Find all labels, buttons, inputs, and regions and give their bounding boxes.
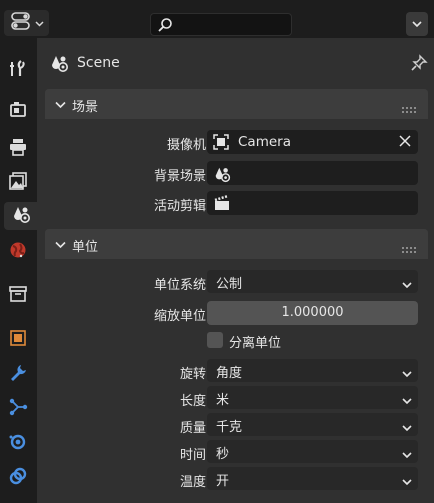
scene-panel-title: 场景 bbox=[72, 100, 99, 115]
chevron-down-icon bbox=[402, 278, 412, 293]
drag-handle-icon[interactable] bbox=[402, 102, 418, 117]
scene-panel-header[interactable]: 场景 bbox=[45, 89, 428, 119]
background-scene-field[interactable] bbox=[207, 161, 418, 185]
context-header: Scene bbox=[37, 38, 434, 86]
options-dropdown-button[interactable] bbox=[406, 12, 428, 36]
temperature-select[interactable]: 开 bbox=[207, 467, 418, 490]
units-panel-body: 单位系统 公制 缩放单位 1.000000 分离单位 旋转 角度 长度 米 质量… bbox=[45, 259, 428, 497]
units-panel-title: 单位 bbox=[72, 240, 99, 255]
tab-physics[interactable] bbox=[4, 430, 32, 458]
tab-view-layer[interactable] bbox=[4, 169, 32, 197]
chevron-down-icon bbox=[34, 16, 44, 31]
rotation-value: 角度 bbox=[216, 366, 243, 381]
chevron-down-icon bbox=[55, 238, 66, 253]
render-icon bbox=[8, 99, 28, 123]
mass-label: 质量 bbox=[179, 421, 206, 436]
search-input[interactable] bbox=[150, 13, 292, 36]
tab-constraints[interactable] bbox=[4, 464, 32, 492]
chevron-down-icon bbox=[402, 448, 412, 463]
rotation-select[interactable]: 角度 bbox=[207, 359, 418, 382]
temperature-value: 开 bbox=[216, 474, 230, 489]
rotation-label: 旋转 bbox=[179, 367, 206, 382]
chevron-down-icon bbox=[402, 421, 412, 436]
chevron-down-icon bbox=[402, 367, 412, 382]
drag-handle-icon[interactable] bbox=[402, 242, 418, 257]
separate-units-label: 分离单位 bbox=[229, 336, 282, 351]
length-row: 长度 米 bbox=[45, 386, 428, 410]
scene-icon bbox=[49, 53, 69, 77]
tab-world[interactable] bbox=[4, 238, 32, 266]
time-select[interactable]: 秒 bbox=[207, 440, 418, 463]
unit-system-value: 公制 bbox=[216, 277, 243, 292]
wrench-icon bbox=[8, 363, 28, 387]
tab-output[interactable] bbox=[4, 135, 32, 163]
tool-icon bbox=[8, 59, 28, 83]
world-icon bbox=[8, 240, 28, 264]
scene-icon bbox=[213, 165, 231, 187]
editor-type-selector[interactable] bbox=[4, 10, 49, 36]
unit-system-row: 单位系统 公制 bbox=[45, 270, 428, 294]
active-clip-row: 活动剪辑 bbox=[45, 191, 428, 215]
unit-system-label: 单位系统 bbox=[153, 278, 206, 293]
properties-tab-sidebar bbox=[0, 38, 37, 503]
scene-icon bbox=[11, 204, 31, 228]
mass-value: 千克 bbox=[216, 420, 243, 435]
unit-scale-field[interactable]: 1.000000 bbox=[207, 301, 418, 325]
chevron-down-icon bbox=[412, 17, 422, 32]
chevron-down-icon bbox=[402, 475, 412, 490]
tab-render[interactable] bbox=[4, 97, 32, 125]
scene-panel-body: 摄像机 Camera 背景场景 活动剪辑 bbox=[45, 119, 428, 222]
chevron-down-icon bbox=[402, 394, 412, 409]
clapperboard-icon bbox=[213, 194, 231, 215]
printer-icon bbox=[8, 137, 28, 161]
scene-panel: 场景 摄像机 Camera 背景场景 活动剪辑 bbox=[45, 89, 428, 222]
clear-icon[interactable] bbox=[399, 135, 411, 151]
properties-main-area: Scene 场景 摄像机 Camera 背景场景 活动剪辑 单位 单位系统 公制… bbox=[37, 38, 434, 503]
unit-system-select[interactable]: 公制 bbox=[207, 270, 418, 293]
length-select[interactable]: 米 bbox=[207, 386, 418, 409]
context-title: Scene bbox=[77, 55, 120, 71]
pin-icon[interactable] bbox=[410, 54, 428, 76]
time-value: 秒 bbox=[216, 447, 230, 462]
camera-field[interactable]: Camera bbox=[207, 130, 418, 154]
tab-modifiers[interactable] bbox=[4, 361, 32, 389]
search-icon bbox=[157, 17, 173, 37]
object-icon bbox=[8, 328, 28, 352]
units-panel: 单位 单位系统 公制 缩放单位 1.000000 分离单位 旋转 角度 长度 米… bbox=[45, 229, 428, 497]
camera-value: Camera bbox=[238, 134, 291, 150]
temperature-label: 温度 bbox=[179, 475, 206, 490]
temperature-row: 温度 开 bbox=[45, 467, 428, 491]
mass-row: 质量 千克 bbox=[45, 413, 428, 437]
active-clip-label: 活动剪辑 bbox=[153, 199, 206, 214]
tab-object[interactable] bbox=[4, 326, 32, 354]
image-icon bbox=[8, 171, 28, 195]
camera-object-icon bbox=[213, 134, 229, 154]
background-scene-row: 背景场景 bbox=[45, 161, 428, 185]
particles-icon bbox=[8, 397, 28, 421]
physics-icon bbox=[8, 432, 28, 456]
tab-collection[interactable] bbox=[4, 282, 32, 310]
rotation-row: 旋转 角度 bbox=[45, 359, 428, 383]
editor-type-icon bbox=[10, 12, 32, 34]
time-label: 时间 bbox=[179, 448, 206, 463]
units-panel-header[interactable]: 单位 bbox=[45, 229, 428, 259]
tab-tool[interactable] bbox=[4, 57, 32, 85]
camera-label: 摄像机 bbox=[166, 138, 206, 153]
properties-header-bar bbox=[0, 0, 434, 38]
length-value: 米 bbox=[216, 393, 230, 408]
tab-scene[interactable] bbox=[4, 202, 37, 230]
separate-units-checkbox[interactable] bbox=[207, 332, 223, 348]
active-clip-field[interactable] bbox=[207, 191, 418, 215]
mass-select[interactable]: 千克 bbox=[207, 413, 418, 436]
background-scene-label: 背景场景 bbox=[153, 169, 206, 184]
length-label: 长度 bbox=[179, 394, 206, 409]
time-row: 时间 秒 bbox=[45, 440, 428, 464]
constraint-icon bbox=[8, 466, 28, 490]
tab-particles[interactable] bbox=[4, 395, 32, 423]
unit-scale-label: 缩放单位 bbox=[153, 309, 206, 324]
collection-box-icon bbox=[8, 284, 28, 308]
unit-scale-row: 缩放单位 1.000000 bbox=[45, 301, 428, 325]
chevron-down-icon bbox=[55, 98, 66, 113]
camera-row: 摄像机 Camera bbox=[45, 130, 428, 154]
